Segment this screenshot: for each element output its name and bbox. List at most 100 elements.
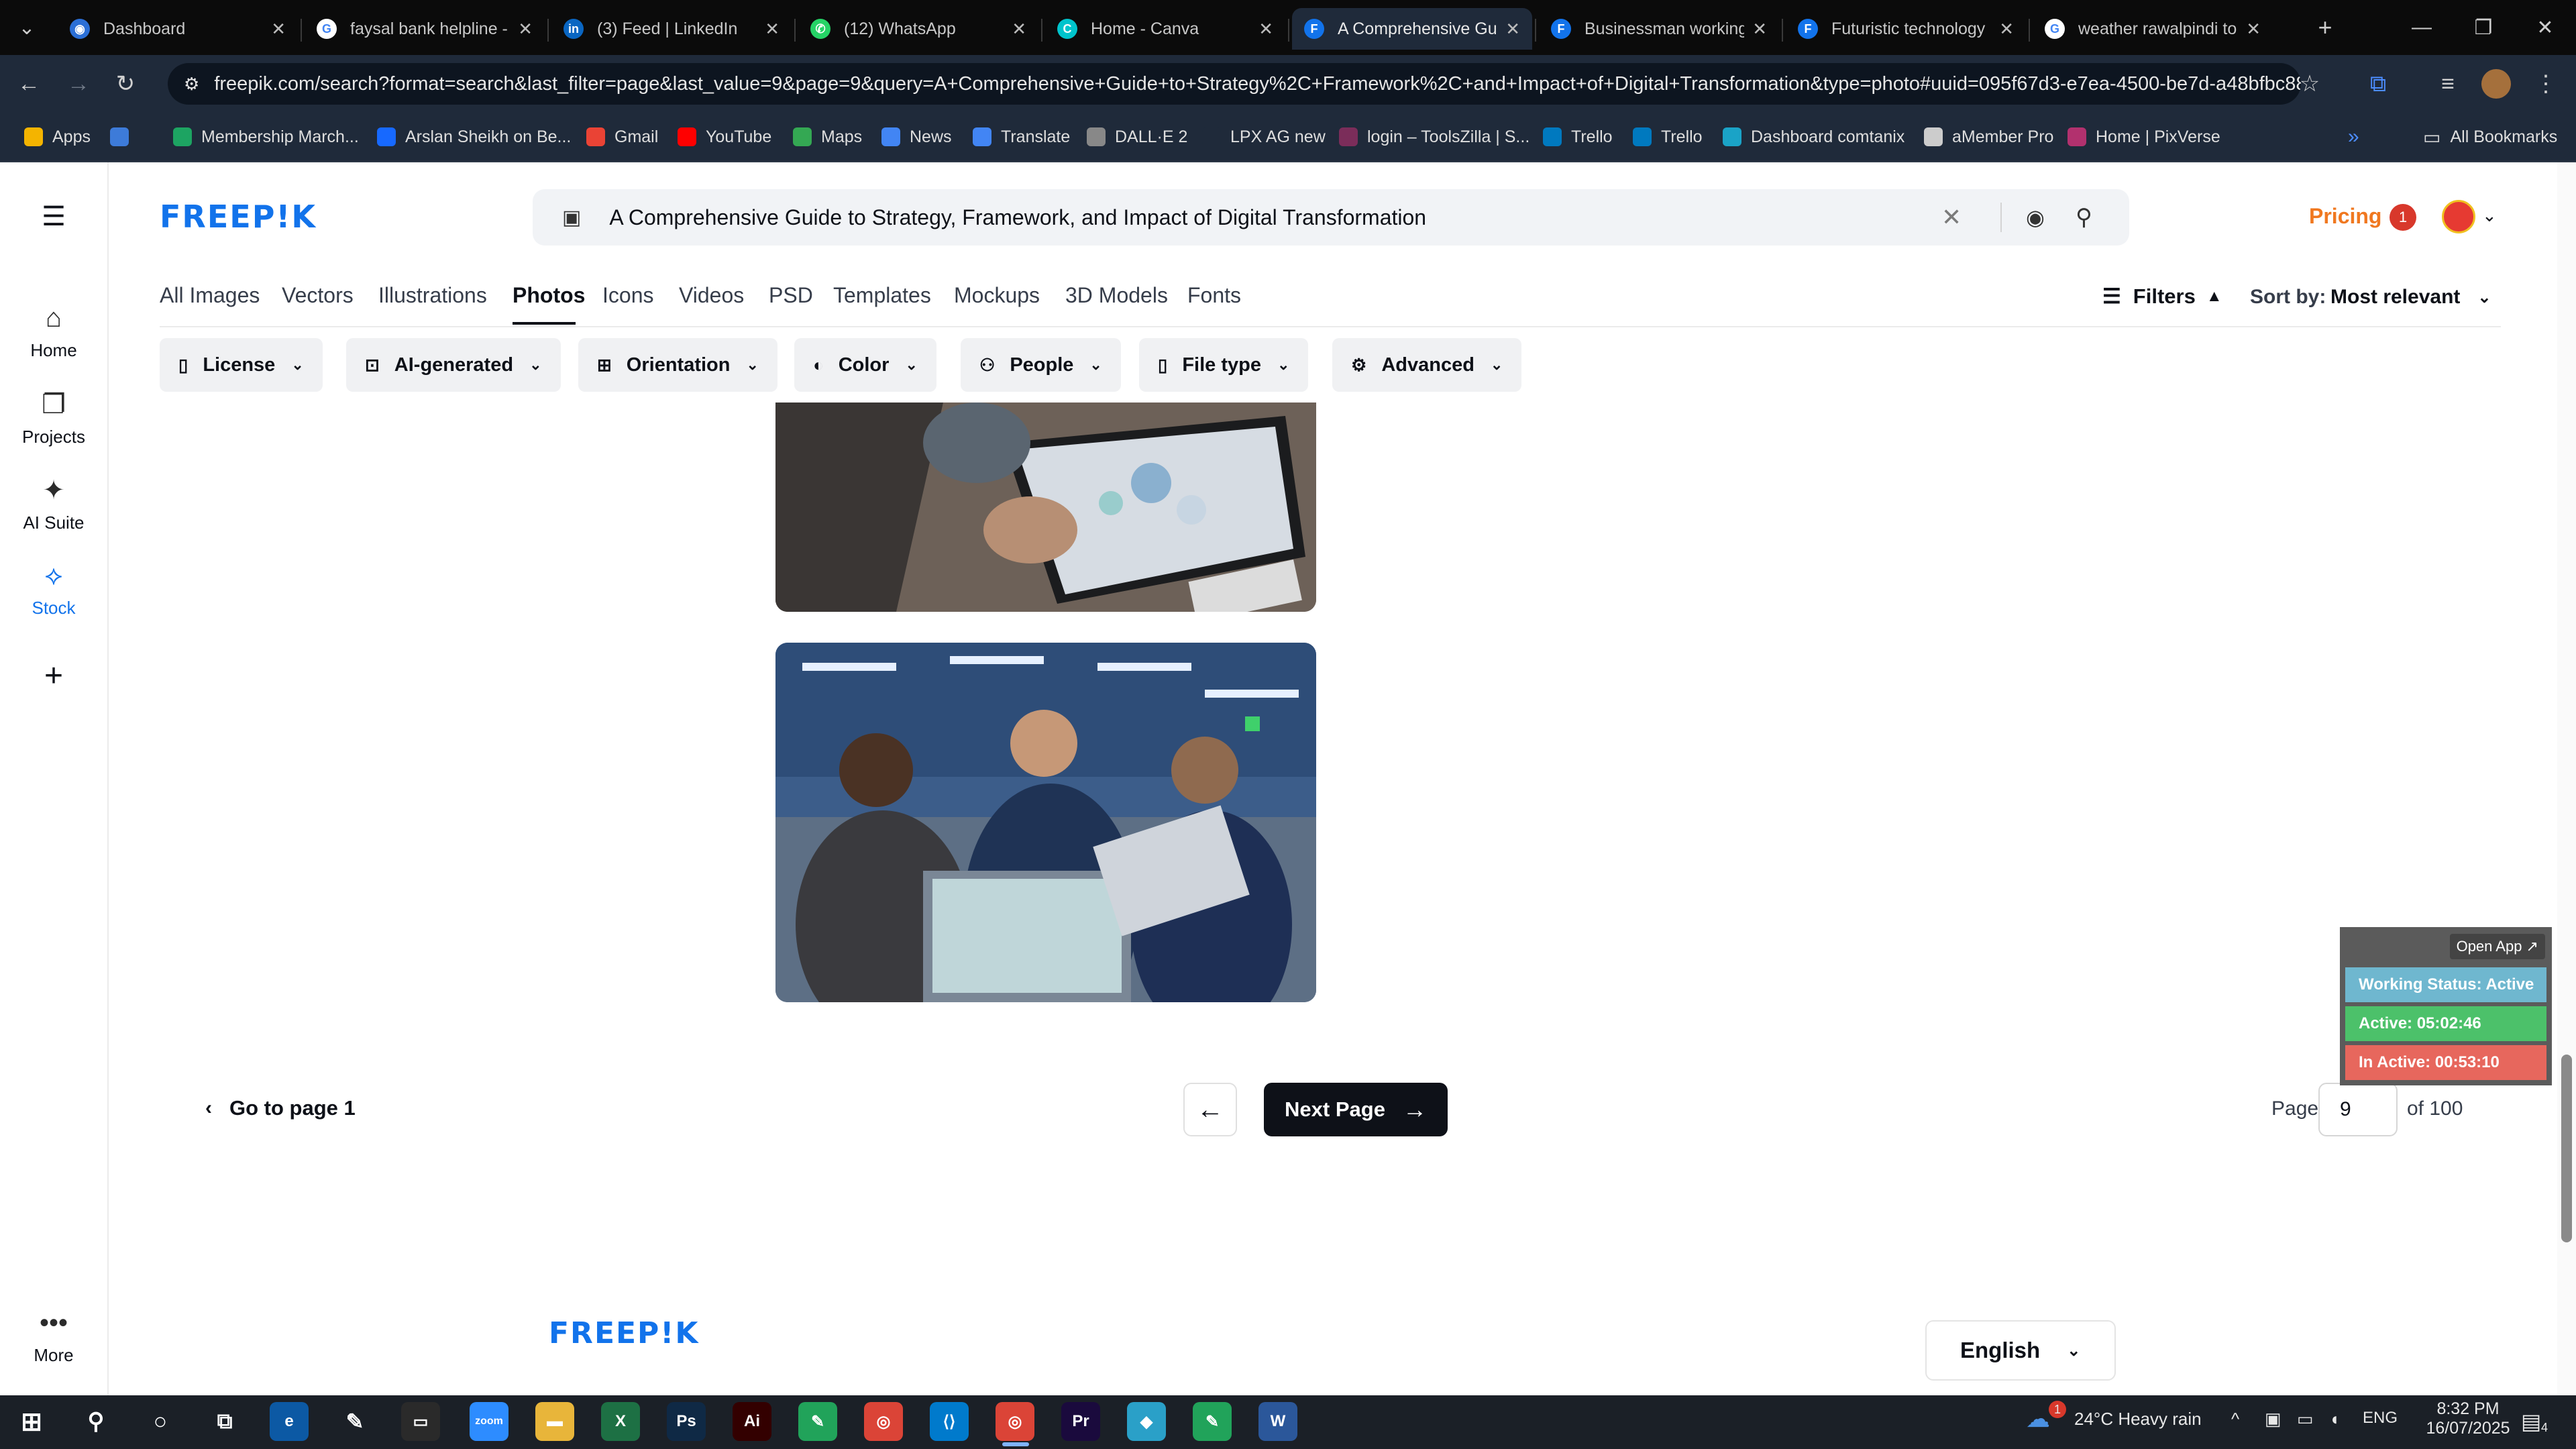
filter-ai-generated[interactable]: ⊡ AI-generated ⌄ [346,338,561,392]
language-selector[interactable]: English ⌄ [1925,1320,2116,1381]
account-chevron-icon[interactable]: ⌄ [2482,205,2497,226]
volume-icon[interactable]: ◖ [2329,1409,2340,1430]
footer-logo[interactable]: FREEP!K [549,1316,699,1350]
tab-close-icon[interactable]: ✕ [1752,19,1767,40]
tab-close-icon[interactable]: ✕ [1258,19,1273,40]
tab-all-images[interactable]: All Images [160,283,260,308]
bookmark-item[interactable]: Home | PixVerse [2068,123,2220,150]
premiere-icon[interactable]: Pr [1061,1402,1100,1441]
rail-item-home[interactable]: ⌂ Home [0,303,107,361]
filters-toggle[interactable]: ☰ Filters ▲ [2102,284,2222,309]
forward-icon[interactable]: → [62,67,95,101]
tab-psd[interactable]: PSD [769,283,813,308]
tab-illustrations[interactable]: Illustrations [378,283,487,308]
browser-tab[interactable]: ◉ Dashboard ✕ [58,8,298,50]
user-avatar[interactable] [2442,200,2475,233]
network-icon[interactable]: ▭ [2297,1409,2314,1430]
illustrator-icon[interactable]: Ai [733,1402,771,1441]
restore-button[interactable]: ❐ [2453,0,2514,55]
chrome-active-icon[interactable]: ◎ [996,1402,1034,1441]
tab-mockups[interactable]: Mockups [954,283,1040,308]
more-bookmarks-icon[interactable]: » [2348,123,2359,150]
photo-result[interactable] [775,643,1316,1002]
bookmark-item[interactable]: News [881,123,952,150]
new-tab-button[interactable]: + [2298,0,2352,55]
tab-close-icon[interactable]: ✕ [1505,19,1520,40]
page-number-input[interactable]: 9 [2318,1083,2398,1136]
tab-templates[interactable]: Templates [833,283,931,308]
search-icon[interactable]: ⚲ [2076,204,2092,231]
add-icon[interactable]: + [0,657,107,694]
browser-tab[interactable]: F A Comprehensive Gu ✕ [1292,8,1532,50]
task-view-icon[interactable]: ⧉ [205,1402,244,1441]
photoshop-icon[interactable]: Ps [667,1402,706,1441]
next-page-button[interactable]: Next Page → [1264,1083,1448,1136]
search-icon[interactable]: ⚲ [76,1402,115,1441]
filter-license[interactable]: ▯ License ⌄ [160,338,323,392]
windows-start-icon[interactable]: ⊞ [12,1402,51,1441]
open-app-button[interactable]: Open App ↗ [2449,934,2545,959]
bookmark-item[interactable]: Trello [1543,123,1613,150]
bookmark-item[interactable]: aMember Pro [1924,123,2053,150]
bookmark-item[interactable]: login – ToolsZilla | S... [1339,123,1529,150]
profile-avatar[interactable] [2479,67,2513,101]
app-green-2-icon[interactable]: ✎ [1193,1402,1232,1441]
zoom-icon[interactable]: zoom [470,1402,508,1441]
browser-tab[interactable]: F Futuristic technology ✕ [1786,8,2026,50]
tab-close-icon[interactable]: ✕ [1012,19,1026,40]
go-to-page-1-link[interactable]: ‹ Go to page 1 [205,1096,356,1120]
clock[interactable]: 8:32 PM 16/07/2025 [2424,1399,2512,1438]
rail-item-more[interactable]: ••• More [0,1308,107,1366]
bookmark-item[interactable] [110,123,138,150]
browser-tab[interactable]: Gweather rawalpindi to ✕ [2033,8,2273,50]
bookmark-star-icon[interactable]: ☆ [2293,67,2326,101]
sort-dropdown[interactable]: Most relevant ⌄ [2330,286,2491,309]
tab-close-icon[interactable]: ✕ [1999,19,2014,40]
bookmark-item[interactable]: Apps [24,123,91,150]
browser-tab[interactable]: C Home - Canva ✕ [1045,8,1285,50]
bookmark-item[interactable]: Gmail [586,123,658,150]
file-explorer-icon[interactable]: ▬ [535,1402,574,1441]
filter-advanced[interactable]: ⚙ Advanced ⌄ [1332,338,1522,392]
minimize-button[interactable]: — [2391,0,2453,55]
tab-videos[interactable]: Videos [679,283,744,308]
camera-search-icon[interactable]: ◉ [2026,205,2045,230]
hidden-icons-chevron-icon[interactable]: ^ [2231,1409,2239,1430]
tab-photos[interactable]: Photos [513,283,585,308]
tab-close-icon[interactable]: ✕ [2246,19,2261,40]
bookmark-item[interactable]: LPX AG new [1202,123,1326,150]
tab-search-button[interactable]: ⌄ [0,0,54,55]
all-bookmarks-folder[interactable]: ▭ All Bookmarks [2423,123,2557,150]
page-scrollbar[interactable] [2557,162,2576,1395]
bookmark-item[interactable]: DALL·E 2 [1087,123,1187,150]
chrome-icon[interactable]: ◎ [864,1402,903,1441]
filter-orientation[interactable]: ⊞ Orientation ⌄ [578,338,777,392]
app-green-1-icon[interactable]: ✎ [798,1402,837,1441]
rail-item-ai-suite[interactable]: ✦ AI Suite [0,475,107,533]
word-icon[interactable]: W [1258,1402,1297,1441]
hamburger-menu-icon[interactable]: ☰ [0,201,107,232]
tab-3d-models[interactable]: 3D Models [1065,283,1168,308]
tab-close-icon[interactable]: ✕ [765,19,780,40]
cortana-icon[interactable]: ○ [141,1402,180,1441]
weather-icon[interactable]: ☁ [2026,1405,2050,1433]
notification-center-icon[interactable]: ▤ [2521,1409,2541,1434]
rail-item-projects[interactable]: ❐ Projects [0,389,107,447]
excel-icon[interactable]: X [601,1402,640,1441]
freepik-logo[interactable]: FREEP!K [160,199,317,235]
media-controls-icon[interactable]: ≡ [2431,67,2465,101]
notification-bell-icon[interactable]: 1 [2390,204,2416,231]
image-search-icon[interactable]: ▣ [562,206,581,229]
previous-page-button[interactable]: ← [1183,1083,1237,1136]
address-bar[interactable]: ⚙ freepik.com/search?format=search&last_… [168,63,2301,105]
meet-now-icon[interactable]: ▣ [2265,1409,2282,1430]
site-info-icon[interactable]: ⚙ [184,74,199,95]
tab-vectors[interactable]: Vectors [282,283,354,308]
bookmark-item[interactable]: Trello [1633,123,1703,150]
tab-icons[interactable]: Icons [602,283,653,308]
filter-color[interactable]: ◐ Color ⌄ [794,338,936,392]
edge-icon[interactable]: e [270,1402,309,1441]
input-language[interactable]: ENG [2363,1409,2398,1428]
search-input[interactable] [608,204,1883,231]
vscode-icon[interactable]: ⟨⟩ [930,1402,969,1441]
